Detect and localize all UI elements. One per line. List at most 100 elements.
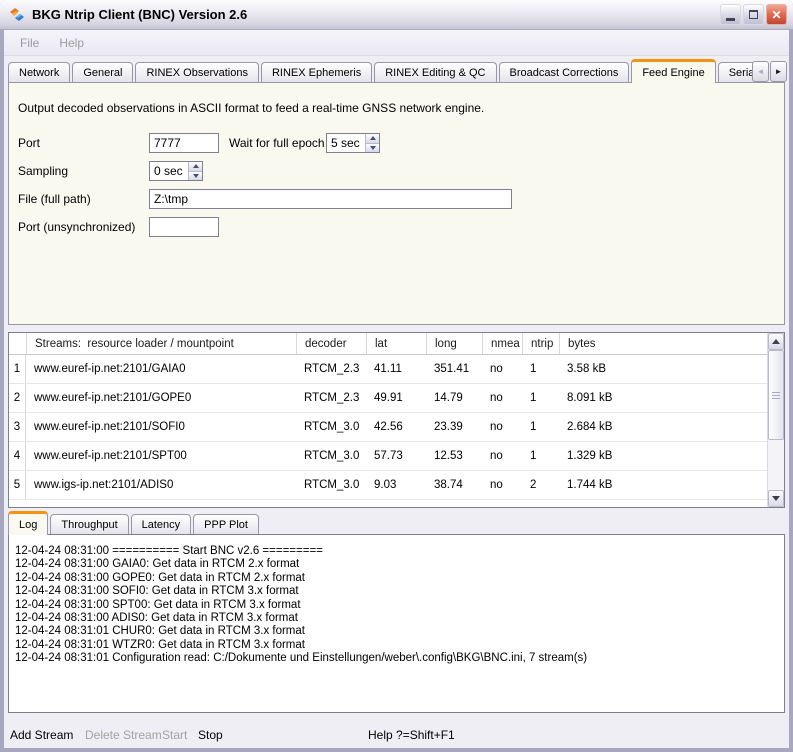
cell-decoder: RTCM_3.0 — [296, 442, 366, 470]
header-lat[interactable]: lat — [366, 333, 426, 354]
cell-nmea: no — [482, 384, 522, 412]
tab-feed-engine[interactable]: Feed Engine — [631, 59, 715, 83]
menu-bar: File Help — [4, 30, 789, 56]
start-button: Start — [162, 728, 187, 742]
stop-button[interactable]: Stop — [198, 728, 223, 742]
tab-scroll-right-button[interactable]: ► — [770, 61, 787, 82]
header-bytes[interactable]: bytes — [559, 333, 767, 354]
header-nmea[interactable]: nmea — [482, 333, 522, 354]
scrollbar-down-button[interactable] — [768, 490, 784, 507]
sampling-spinbox[interactable]: 0 sec — [149, 161, 203, 181]
cell-long: 14.79 — [426, 384, 482, 412]
table-row[interactable]: 1 www.euref-ip.net:2101/GAIA0 RTCM_2.3 4… — [9, 355, 767, 384]
cell-lat: 49.91 — [366, 384, 426, 412]
cell-nmea: no — [482, 471, 522, 499]
cell-mountpoint: www.euref-ip.net:2101/GAIA0 — [26, 355, 296, 383]
port-unsynchronized-input[interactable] — [149, 217, 219, 237]
spin-down-button[interactable] — [189, 171, 202, 181]
file-path-input[interactable] — [149, 189, 512, 209]
grip-icon — [772, 398, 780, 399]
cell-bytes: 1.744 kB — [559, 471, 767, 499]
sampling-label: Sampling — [18, 161, 68, 181]
port-input[interactable] — [149, 133, 219, 153]
add-stream-button[interactable]: Add Stream — [10, 728, 73, 742]
wait-for-full-epoch-label: Wait for full epoch — [229, 133, 325, 153]
maximize-icon — [749, 10, 758, 19]
log-line: 12-04-24 08:31:00 GOPE0: Get data in RTC… — [15, 572, 784, 585]
streams-table: Streams: resource loader / mountpoint de… — [8, 332, 785, 508]
header-long[interactable]: long — [426, 333, 482, 354]
cell-long: 351.41 — [426, 355, 482, 383]
close-button[interactable]: ✕ — [766, 4, 787, 25]
log-line: 12-04-24 08:31:00 ADIS0: Get data in RTC… — [15, 612, 784, 625]
cell-decoder: RTCM_3.0 — [296, 471, 366, 499]
tab-rinex-observations[interactable]: RINEX Observations — [135, 62, 258, 83]
minimize-button[interactable] — [720, 4, 741, 25]
log-panel[interactable]: 12-04-24 08:31:00 ========== Start BNC v… — [8, 534, 785, 713]
tab-ppp-plot[interactable]: PPP Plot — [193, 514, 259, 535]
log-line: 12-04-24 08:31:00 SPT00: Get data in RTC… — [15, 599, 784, 612]
cell-long: 23.39 — [426, 413, 482, 441]
cell-lat: 57.73 — [366, 442, 426, 470]
delete-stream-button: Delete Stream — [85, 728, 162, 742]
cell-ntrip: 1 — [522, 442, 559, 470]
header-ntrip[interactable]: ntrip — [522, 333, 559, 354]
spin-buttons — [188, 162, 202, 180]
bottom-button-bar: Add Stream Delete Stream Start Stop Help… — [4, 724, 789, 748]
table-row[interactable]: 2 www.euref-ip.net:2101/GOPE0 RTCM_2.3 4… — [9, 384, 767, 413]
maximize-button[interactable] — [743, 4, 764, 25]
header-mountpoint[interactable]: Streams: resource loader / mountpoint — [26, 333, 296, 354]
cell-lat: 42.56 — [366, 413, 426, 441]
chevron-left-icon: ◄ — [757, 67, 765, 76]
spin-up-button[interactable] — [366, 134, 379, 143]
cell-nmea: no — [482, 355, 522, 383]
row-number: 3 — [9, 413, 26, 441]
help-shortcut-label: Help ?=Shift+F1 — [368, 728, 455, 742]
log-line: 12-04-24 08:31:00 GAIA0: Get data in RTC… — [15, 558, 784, 571]
tab-rinex-editing-qc[interactable]: RINEX Editing & QC — [374, 62, 496, 83]
arrow-down-icon — [193, 174, 199, 178]
table-row[interactable]: 3 www.euref-ip.net:2101/SOFI0 RTCM_3.0 4… — [9, 413, 767, 442]
cell-ntrip: 1 — [522, 355, 559, 383]
tab-rinex-ephemeris[interactable]: RINEX Ephemeris — [261, 62, 372, 83]
tab-broadcast-corrections[interactable]: Broadcast Corrections — [499, 62, 630, 83]
scrollbar-thumb[interactable] — [768, 350, 784, 440]
port-label: Port — [18, 133, 40, 153]
cell-mountpoint: www.euref-ip.net:2101/GOPE0 — [26, 384, 296, 412]
spin-up-button[interactable] — [189, 162, 202, 171]
cell-decoder: RTCM_3.0 — [296, 413, 366, 441]
menu-help[interactable]: Help — [49, 36, 94, 50]
title-bar[interactable]: BKG Ntrip Client (BNC) Version 2.6 ✕ — [0, 0, 793, 30]
port-unsynchronized-label: Port (unsynchronized) — [18, 217, 135, 237]
tab-latency[interactable]: Latency — [131, 514, 192, 535]
vertical-scrollbar[interactable] — [767, 333, 784, 507]
panel-description: Output decoded observations in ASCII for… — [18, 101, 484, 115]
menu-file[interactable]: File — [10, 36, 49, 50]
cell-long: 38.74 — [426, 471, 482, 499]
chevron-right-icon: ► — [775, 67, 783, 76]
log-line: 12-04-24 08:31:00 ========== Start BNC v… — [15, 545, 784, 558]
file-path-label: File (full path) — [18, 189, 91, 209]
cell-decoder: RTCM_2.3 — [296, 355, 366, 383]
log-line: 12-04-24 08:31:01 CHUR0: Get data in RTC… — [15, 625, 784, 638]
tab-network[interactable]: Network — [8, 62, 70, 83]
tab-general[interactable]: General — [72, 62, 133, 83]
table-row[interactable]: 5 www.igs-ip.net:2101/ADIS0 RTCM_3.0 9.0… — [9, 471, 767, 500]
cell-nmea: no — [482, 413, 522, 441]
cell-bytes: 1.329 kB — [559, 442, 767, 470]
tab-scroll-left-button[interactable]: ◄ — [752, 61, 769, 82]
cell-decoder: RTCM_2.3 — [296, 384, 366, 412]
wait-for-full-epoch-spinbox[interactable]: 5 sec — [326, 133, 380, 153]
scrollbar-up-button[interactable] — [768, 333, 784, 350]
cell-mountpoint: www.euref-ip.net:2101/SOFI0 — [26, 413, 296, 441]
bnc-window: BKG Ntrip Client (BNC) Version 2.6 ✕ Fil… — [0, 0, 793, 752]
wait-for-full-epoch-value: 5 sec — [327, 134, 365, 152]
header-decoder[interactable]: decoder — [296, 333, 366, 354]
row-number: 5 — [9, 471, 26, 499]
spin-down-button[interactable] — [366, 143, 379, 153]
table-row[interactable]: 4 www.euref-ip.net:2101/SPT00 RTCM_3.0 5… — [9, 442, 767, 471]
cell-long: 12.53 — [426, 442, 482, 470]
tab-log[interactable]: Log — [8, 511, 48, 535]
tab-throughput[interactable]: Throughput — [50, 514, 128, 535]
close-icon: ✕ — [771, 8, 781, 22]
